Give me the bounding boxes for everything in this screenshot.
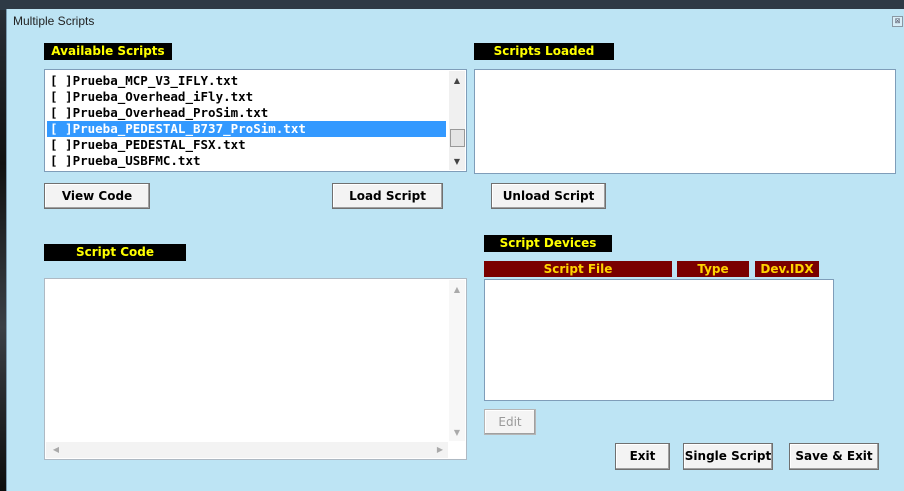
script-devices-list[interactable] — [484, 279, 834, 401]
close-icon[interactable]: ⊠ — [892, 16, 903, 27]
arrow-down-icon[interactable]: ▼ — [449, 154, 465, 170]
column-header-script-file[interactable]: Script File — [484, 261, 672, 277]
scroll-thumb[interactable] — [450, 129, 465, 147]
script-code-textarea[interactable]: ▲ ▼ ◀ ▶ — [44, 278, 467, 460]
available-script-item[interactable]: [ ]Prueba_Overhead_ProSim.txt — [47, 105, 446, 121]
script-devices-label: Script Devices — [484, 235, 612, 252]
script-code-vscrollbar[interactable]: ▲ ▼ — [449, 280, 465, 441]
script-code-label: Script Code — [44, 244, 186, 261]
title-bar: Multiple Scripts ⊠ — [7, 9, 904, 33]
arrow-up-icon[interactable]: ▲ — [449, 282, 465, 298]
arrow-right-icon[interactable]: ▶ — [432, 442, 448, 458]
scripts-loaded-label: Scripts Loaded — [474, 43, 614, 60]
scripts-loaded-list[interactable] — [474, 69, 896, 174]
column-header-dev-idx[interactable]: Dev.IDX — [755, 261, 819, 277]
available-script-item[interactable]: [ ]Prueba_PEDESTAL_B737_ProSim.txt — [47, 121, 446, 137]
available-script-item[interactable]: [ ]Prueba_PEDESTAL_FSX.txt — [47, 137, 446, 153]
available-script-item[interactable]: [ ]Prueba_USBFMC.txt — [47, 153, 446, 169]
available-scripts-label: Available Scripts — [44, 43, 172, 60]
available-scripts-list[interactable]: [ ]Prueba_MCP_V3_IFLY.txt[ ]Prueba_Overh… — [44, 69, 467, 172]
arrow-down-icon[interactable]: ▼ — [449, 425, 465, 441]
arrow-up-icon[interactable]: ▲ — [449, 73, 465, 89]
available-scripts-scrollbar[interactable]: ▲ ▼ — [449, 71, 465, 170]
column-header-type[interactable]: Type — [677, 261, 749, 277]
load-script-button[interactable]: Load Script — [332, 183, 443, 209]
unload-script-button[interactable]: Unload Script — [491, 183, 606, 209]
script-code-hscrollbar[interactable]: ◀ ▶ — [46, 442, 448, 458]
available-script-item[interactable]: [ ]Prueba_MCP_V3_IFLY.txt — [47, 73, 446, 89]
view-code-button[interactable]: View Code — [44, 183, 150, 209]
multiple-scripts-window: Multiple Scripts ⊠ Available Scripts [ ]… — [6, 9, 904, 491]
available-scripts-items: [ ]Prueba_MCP_V3_IFLY.txt[ ]Prueba_Overh… — [47, 73, 446, 169]
save-exit-button[interactable]: Save & Exit — [789, 443, 879, 470]
single-script-button[interactable]: Single Script — [683, 443, 773, 470]
window-title: Multiple Scripts — [13, 14, 95, 28]
exit-button[interactable]: Exit — [615, 443, 670, 470]
edit-button[interactable]: Edit — [484, 409, 536, 435]
available-script-item[interactable]: [ ]Prueba_Overhead_iFly.txt — [47, 89, 446, 105]
arrow-left-icon[interactable]: ◀ — [48, 442, 64, 458]
